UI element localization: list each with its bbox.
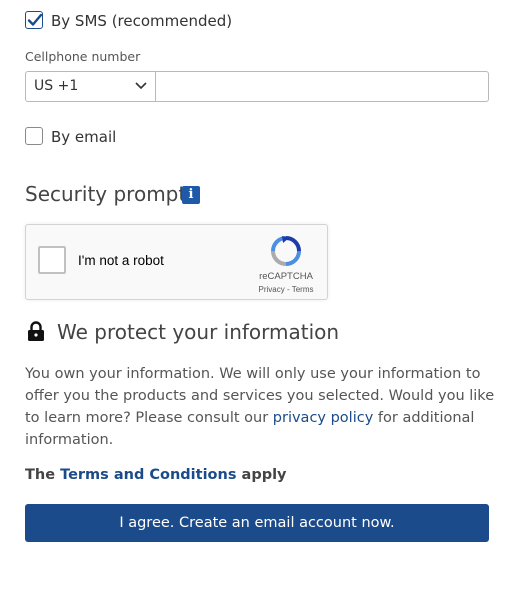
- agree-create-account-button[interactable]: I agree. Create an email account now.: [25, 504, 489, 542]
- recaptcha-brand: reCAPTCHA: [259, 271, 313, 282]
- recaptcha-checkbox[interactable]: [38, 246, 66, 274]
- check-icon: [27, 13, 43, 26]
- sms-label[interactable]: By SMS (recommended): [51, 12, 232, 30]
- info-icon[interactable]: i: [182, 186, 200, 204]
- terms-link[interactable]: Terms and Conditions: [60, 467, 236, 483]
- privacy-policy-link[interactable]: privacy policy: [273, 410, 374, 426]
- cellphone-input[interactable]: [155, 71, 489, 102]
- security-prompt-title: Security prompt: [25, 182, 187, 206]
- recaptcha-links: Privacy - Terms: [254, 285, 318, 294]
- recaptcha-logo-icon: [271, 236, 301, 266]
- cellphone-label: Cellphone number: [25, 49, 141, 64]
- lock-icon: [28, 321, 44, 341]
- recaptcha-label: I'm not a robot: [78, 253, 164, 268]
- email-checkbox[interactable]: [25, 127, 43, 145]
- country-code-value: US +1: [34, 78, 79, 94]
- email-label[interactable]: By email: [51, 128, 116, 146]
- terms-before: The: [25, 467, 61, 483]
- sms-checkbox[interactable]: [25, 11, 43, 29]
- privacy-paragraph: You own your information. We will only u…: [25, 363, 495, 451]
- chevron-down-icon: [135, 82, 147, 90]
- terms-after: apply: [236, 467, 287, 483]
- recaptcha-terms-link[interactable]: Terms: [292, 285, 314, 294]
- country-code-select[interactable]: US +1: [25, 71, 156, 102]
- terms-line: The Terms and Conditions apply: [25, 467, 287, 483]
- recaptcha-separator: -: [284, 285, 292, 294]
- privacy-title: We protect your information: [57, 320, 340, 344]
- recaptcha-privacy-link[interactable]: Privacy: [259, 285, 285, 294]
- recaptcha-widget: I'm not a robot reCAPTCHA Privacy - Term…: [25, 224, 328, 300]
